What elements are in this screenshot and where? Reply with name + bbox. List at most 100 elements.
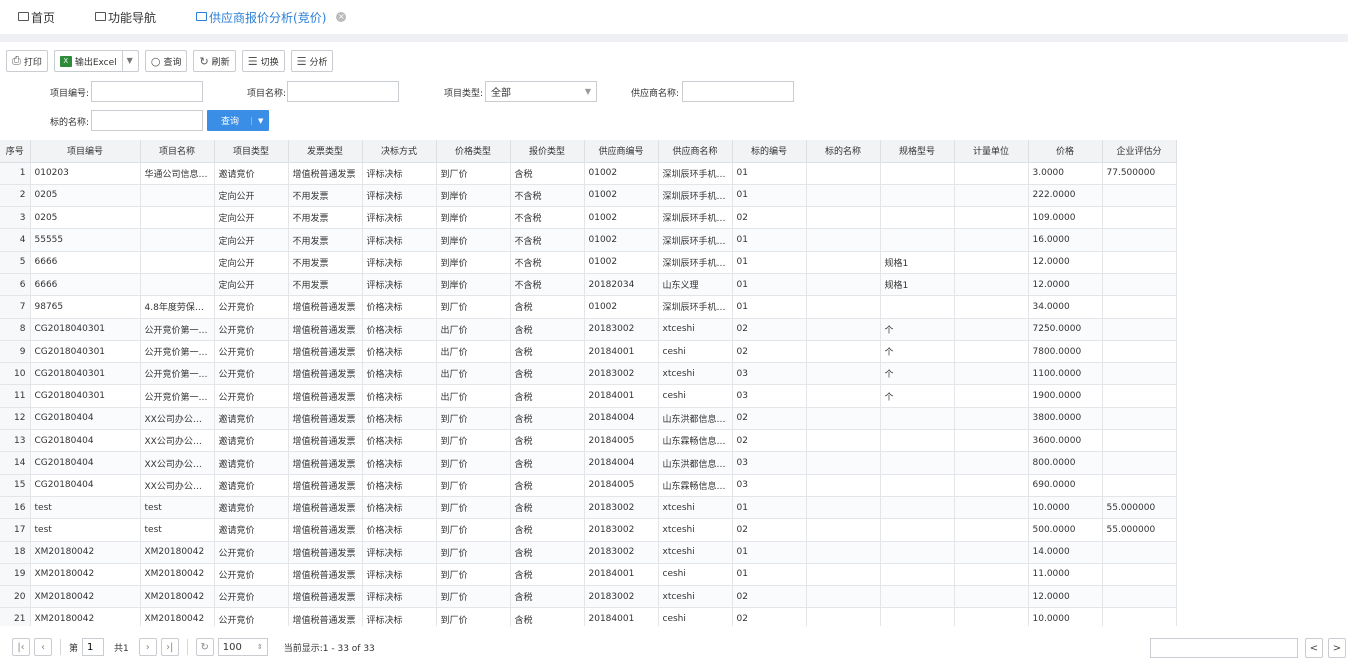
table-cell: 含税 xyxy=(510,384,585,408)
prev-page-icon[interactable]: ‹ xyxy=(34,638,52,656)
next-page-icon[interactable]: › xyxy=(138,638,157,656)
table-row[interactable]: 5 6666 定向公开 不用发票 评标决标 到岸价 不含税 01002 深圳辰环手机… 01 规格1… xyxy=(0,251,1177,274)
refresh-icon[interactable]: ↻ xyxy=(195,638,214,656)
table-row[interactable]: 3 0205 定向公开 不用发票 评标决标 到岸价 不含税 01002 深圳辰环手机… 02 109… xyxy=(0,206,1177,230)
refresh-button[interactable]: ↻ 刷新 xyxy=(193,50,236,72)
table-cell: 到厂价 xyxy=(436,162,511,185)
supplier-name-input[interactable] xyxy=(682,81,794,102)
column-header[interactable]: 序号 xyxy=(0,140,31,163)
column-header[interactable]: 标的编号 xyxy=(732,140,807,163)
table-cell: 20182034 xyxy=(584,273,659,297)
table-cell: 含税 xyxy=(510,162,585,185)
chevron-down-icon[interactable]: ▼ xyxy=(121,51,133,71)
table-cell: 3.0000 xyxy=(1028,162,1103,185)
table-cell: 公开竞价 xyxy=(214,384,289,408)
column-header[interactable]: 项目类型 xyxy=(214,140,289,163)
column-header[interactable]: 价格类型 xyxy=(436,140,511,163)
pagination-bar: |‹ ‹ 第 共1 › ›| ↻ 100 ⇕ 当前显示:1 - 33 of 33… xyxy=(0,634,1348,660)
switch-button[interactable]: ☰ 切换 xyxy=(241,50,285,72)
table-row[interactable]: 15 CG20180404 XX公司办公… 邀请竞价 增值税普通发票 价格决标 到厂价 含税 2… xyxy=(0,474,1177,497)
print-button[interactable]: ⎙ 打印 xyxy=(6,50,48,72)
table-cell: 20184005 xyxy=(584,474,659,497)
table-cell: 价格决标 xyxy=(362,474,437,497)
last-page-icon[interactable]: ›| xyxy=(160,638,179,656)
export-excel-button[interactable]: X 输出Excel ▼ xyxy=(53,50,139,72)
query-toolbar-button[interactable]: ○ 查询 xyxy=(144,50,188,72)
column-header[interactable]: 供应商名称 xyxy=(658,140,733,163)
query-label: 查询 xyxy=(163,57,182,68)
tab-home[interactable]: 首页 xyxy=(18,9,55,26)
table-cell: XX公司办公… xyxy=(140,474,215,497)
table-row[interactable]: 20 XM20180042 XM20180042 公开竞价 增值税普通发票 评标决标 到厂价… xyxy=(0,585,1177,609)
first-page-icon[interactable]: |‹ xyxy=(12,638,30,656)
table-cell: 55555 xyxy=(30,228,141,252)
table-row[interactable]: 7 98765 4.8年度劳保… 公开竞价 增值税普通发票 价格决标 到厂价 含税 01002 深… xyxy=(0,295,1177,319)
table-cell: 增值税普通发票 xyxy=(288,362,363,386)
table-row[interactable]: 10 CG2018040301 公开竞价第一… 公开竞价 增值税普通发票 价格决标 出厂价含… xyxy=(0,362,1177,386)
table-cell xyxy=(806,585,881,609)
table-cell: 01002 xyxy=(584,162,659,185)
table-cell: CG20180404 xyxy=(30,407,141,431)
table-cell: 02 xyxy=(732,585,807,609)
table-cell: 6666 xyxy=(30,273,141,297)
table-row[interactable]: 6 6666 定向公开 不用发票 评标决标 到岸价 不含税 20182034 山东义理 01 规格1… xyxy=(0,273,1177,297)
query-button[interactable]: 查询 ▼ xyxy=(207,110,270,131)
column-header[interactable]: 发票类型 xyxy=(288,140,363,163)
column-header[interactable]: 项目编号 xyxy=(30,140,141,163)
column-header[interactable]: 价格 xyxy=(1028,140,1103,163)
table-cell: 20184005 xyxy=(584,429,659,453)
chevron-down-icon[interactable]: ▼ xyxy=(251,116,269,125)
pager-search-input[interactable] xyxy=(1150,638,1298,658)
project-no-input[interactable] xyxy=(91,81,203,102)
tab-supplier-quote-analysis[interactable]: 供应商报价分析(竞价) × xyxy=(196,9,347,26)
table-row[interactable]: 11 CG2018040301 公开竞价第一… 公开竞价 增值税普通发票 价格决标 出厂价含… xyxy=(0,384,1177,408)
project-name-input[interactable] xyxy=(287,81,399,102)
column-header[interactable]: 项目名称 xyxy=(140,140,215,163)
next-icon[interactable]: > xyxy=(1328,638,1346,658)
table-cell: 03 xyxy=(732,384,807,408)
table-cell xyxy=(954,563,1029,587)
column-header[interactable]: 规格型号 xyxy=(880,140,955,163)
table-cell xyxy=(954,518,1029,542)
table-row[interactable]: 12 CG20180404 XX公司办公… 邀请竞价 增值税普通发票 价格决标 到厂价 含税 2… xyxy=(0,407,1177,431)
close-icon[interactable]: × xyxy=(336,12,347,22)
table-cell: 含税 xyxy=(510,585,585,609)
column-header[interactable]: 供应商编号 xyxy=(584,140,659,163)
column-header[interactable]: 计量单位 xyxy=(954,140,1029,163)
table-row[interactable]: 9 CG2018040301 公开竞价第一… 公开竞价 增值税普通发票 价格决标 出厂价 含税… xyxy=(0,340,1177,364)
column-header[interactable]: 企业评估分 xyxy=(1102,140,1177,163)
table-cell xyxy=(880,162,955,185)
table-row[interactable]: 2 0205 定向公开 不用发票 评标决标 到岸价 不含税 01002 深圳辰环手机… 01 222… xyxy=(0,184,1177,208)
table-cell xyxy=(1102,585,1177,609)
target-name-input[interactable] xyxy=(91,110,203,131)
tab-bar: 首页 功能导航 供应商报价分析(竞价) × xyxy=(0,0,1348,34)
table-row[interactable]: 16 test test 邀请竞价 增值税普通发票 价格决标 到厂价 含税 20183002 xt… xyxy=(0,496,1177,520)
table-row[interactable]: 4 55555 定向公开 不用发票 评标决标 到岸价 不含税 01002 深圳辰环手机… 01 16… xyxy=(0,228,1177,252)
tab-function-nav[interactable]: 功能导航 xyxy=(95,9,156,26)
table-row[interactable]: 1 010203 华通公司信息… 邀请竞价 增值税普通发票 评标决标 到厂价 含税 01002 深… xyxy=(0,162,1177,185)
table-cell: XM20180042 xyxy=(30,541,141,564)
project-type-select[interactable]: 全部 ▼ xyxy=(485,81,597,102)
column-header[interactable]: 报价类型 xyxy=(510,140,585,163)
table-row[interactable]: 19 XM20180042 XM20180042 公开竞价 增值税普通发票 评标决标 到厂价… xyxy=(0,563,1177,587)
table-header-row: 序号 项目编号 项目名称 项目类型 发票类型 决标方式 价格类型 报价类型 供应商编号 供应商名称… xyxy=(0,140,1177,163)
table-cell: 含税 xyxy=(510,318,585,341)
page-size-select[interactable]: 100 ⇕ xyxy=(217,638,268,656)
table-row[interactable]: 13 CG20180404 XX公司办公… 邀请竞价 增值税普通发票 价格决标 到厂价 含税 2… xyxy=(0,429,1177,453)
prev-icon[interactable]: < xyxy=(1305,638,1323,658)
table-cell xyxy=(954,496,1029,520)
table-row[interactable]: 21 XM20180042 XM20180042 公开竞价 增值税普通发票 评标决标 到厂价… xyxy=(0,607,1177,626)
table-cell xyxy=(954,429,1029,453)
table-cell xyxy=(806,563,881,587)
table-cell: 深圳辰环手机… xyxy=(658,184,733,208)
table-row[interactable]: 17 test test 邀请竞价 增值税普通发票 价格决标 到厂价 含税 20183002 xt… xyxy=(0,518,1177,542)
analyze-button[interactable]: ☰ 分析 xyxy=(290,50,334,72)
table-cell: 不含税 xyxy=(510,228,585,252)
column-header[interactable]: 决标方式 xyxy=(362,140,437,163)
column-header[interactable]: 标的名称 xyxy=(806,140,881,163)
table-row[interactable]: 18 XM20180042 XM20180042 公开竞价 增值税普通发票 评标决标 到厂价… xyxy=(0,541,1177,564)
table-row[interactable]: 14 CG20180404 XX公司办公… 邀请竞价 增值税普通发票 价格决标 到厂价 含税 2… xyxy=(0,451,1177,475)
table-row[interactable]: 8 CG2018040301 公开竞价第一… 公开竞价 增值税普通发票 价格决标 出厂价 含税… xyxy=(0,318,1177,341)
page-number-input[interactable] xyxy=(82,638,105,656)
table-cell: 含税 xyxy=(510,451,585,475)
